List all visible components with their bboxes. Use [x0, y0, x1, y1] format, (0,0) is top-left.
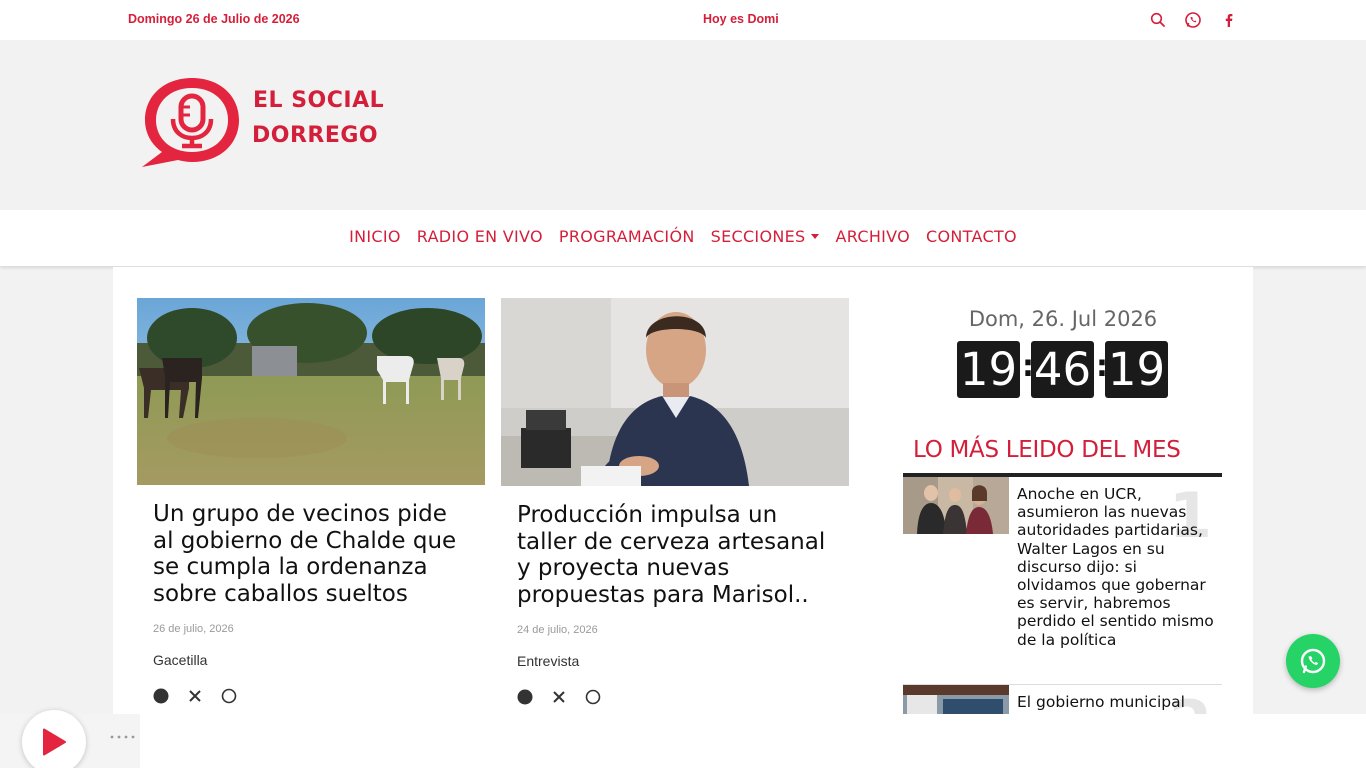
play-icon: [43, 728, 66, 756]
logo-text-line2: DORREGO: [252, 123, 379, 148]
clock-seconds: 19: [1105, 341, 1168, 398]
nav-item-contacto[interactable]: CONTACTO: [918, 227, 1025, 246]
nav-item-secciones-label: SECCIONES: [710, 227, 806, 246]
main-nav: INICIO RADIO EN VIVO PROGRAMACIÓN SECCIO…: [0, 210, 1366, 266]
sidebar-date: Dom, 26. Jul 2026: [968, 307, 1158, 331]
facebook-share-icon[interactable]: [153, 688, 169, 704]
article-title[interactable]: Un grupo de vecinos pide al gobierno de …: [153, 501, 469, 607]
whatsapp-icon: [1300, 648, 1326, 674]
logo-text-line1: EL SOCIAL: [253, 88, 385, 113]
article-category[interactable]: Entrevista: [517, 653, 833, 669]
article-image[interactable]: [501, 298, 849, 486]
x-share-icon[interactable]: [551, 689, 567, 705]
most-read-heading: LO MÁS LEIDO DEL MES: [913, 437, 1181, 463]
x-share-icon[interactable]: [187, 688, 203, 704]
whatsapp-float-button[interactable]: [1286, 634, 1340, 688]
article-date: 24 de julio, 2026: [517, 624, 598, 636]
article-category[interactable]: Gacetilla: [153, 652, 469, 668]
most-read-title[interactable]: Anoche en UCR, asumieron las nuevas auto…: [1017, 485, 1217, 649]
radio-player-bar: [0, 714, 1366, 768]
nav-item-programacion[interactable]: PROGRAMACIÓN: [551, 227, 703, 246]
share-bar: [517, 689, 833, 705]
nav-item-radio-en-vivo[interactable]: RADIO EN VIVO: [409, 227, 551, 246]
nav-item-archivo[interactable]: ARCHIVO: [827, 227, 918, 246]
whatsapp-share-icon[interactable]: [585, 689, 601, 705]
site-logo[interactable]: EL SOCIAL DORREGO: [140, 74, 430, 170]
most-read-item[interactable]: 1 Anoche en UCR, asumieron las nuevas au…: [903, 477, 1222, 673]
most-read-title[interactable]: El gobierno municipal: [1017, 693, 1217, 711]
nav-item-inicio[interactable]: INICIO: [341, 227, 409, 246]
search-icon[interactable]: [1150, 12, 1168, 30]
top-date: Domingo 26 de Julio de 2026: [128, 12, 300, 26]
article-card[interactable]: Producción impulsa un taller de cerveza …: [501, 298, 849, 705]
article-card[interactable]: Un grupo de vecinos pide al gobierno de …: [137, 298, 485, 704]
facebook-icon[interactable]: [1221, 12, 1239, 30]
clock-hours: 19: [957, 341, 1020, 398]
player-progress-dots: [110, 735, 135, 739]
clock-minutes: 46: [1031, 341, 1094, 398]
play-button[interactable]: [22, 710, 86, 768]
article-title[interactable]: Producción impulsa un taller de cerveza …: [517, 502, 833, 608]
share-bar: [153, 688, 469, 704]
whatsapp-icon[interactable]: [1184, 11, 1202, 29]
facebook-share-icon[interactable]: [517, 689, 533, 705]
top-bar: Domingo 26 de Julio de 2026 Hoy es Domi: [0, 0, 1366, 40]
article-image[interactable]: [137, 298, 485, 485]
news-ticker[interactable]: Hoy es Domi: [703, 12, 779, 26]
most-read-thumbnail[interactable]: [903, 477, 1009, 534]
site-header: EL SOCIAL DORREGO: [0, 40, 1366, 210]
main-content: Un grupo de vecinos pide al gobierno de …: [113, 267, 1253, 768]
nav-item-secciones[interactable]: SECCIONES: [703, 227, 828, 246]
article-date: 26 de julio, 2026: [153, 623, 234, 635]
microphone-logo-icon: [142, 78, 239, 167]
whatsapp-share-icon[interactable]: [221, 688, 237, 704]
caret-down-icon: [811, 234, 820, 239]
